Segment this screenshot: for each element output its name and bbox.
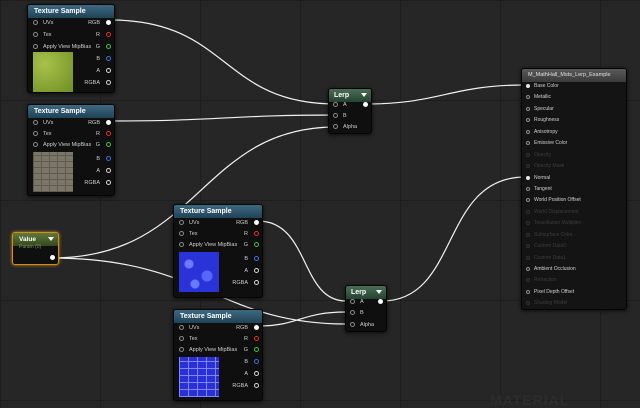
wire-ts3-rgb-to-lerp2-a xyxy=(257,220,347,302)
specular-pin[interactable]: Specular xyxy=(526,106,554,113)
normal-pin[interactable]: Normal xyxy=(526,175,550,182)
wire-ts1-rgb-to-lerp1-a xyxy=(109,19,337,105)
alpha-input-pin[interactable]: Alpha xyxy=(333,123,357,131)
pixel-depth-offset-pin[interactable]: Pixel Depth Offset xyxy=(526,289,574,296)
value-output-pin[interactable] xyxy=(50,255,55,260)
uvs-input-pin[interactable]: UVs xyxy=(179,324,199,332)
opacity-pin: Opacity xyxy=(526,152,551,159)
chevron-down-icon[interactable] xyxy=(376,290,382,294)
wire-lerp1-to-base-color xyxy=(365,84,526,105)
grass-texture-preview xyxy=(33,52,73,92)
mipbias-input-pin[interactable]: Apply View MipBias xyxy=(33,141,91,149)
custom-data0-pin: Custom Data0 xyxy=(526,243,566,250)
tex-input-pin[interactable]: Tex xyxy=(33,31,52,39)
node-subtitle: Param (0) xyxy=(19,244,42,250)
tex-input-pin[interactable]: Tex xyxy=(179,335,198,343)
mipbias-input-pin[interactable]: Apply View MipBias xyxy=(179,346,237,354)
tiles-normal-map-preview xyxy=(179,357,219,397)
uvs-input-pin[interactable]: UVs xyxy=(33,119,53,127)
refraction-pin: Refraction xyxy=(526,277,557,284)
texture-sample-node-3[interactable]: Texture Sample UVs Tex Apply View MipBia… xyxy=(173,204,263,298)
tex-input-pin[interactable]: Tex xyxy=(33,130,52,138)
a-input-pin[interactable]: A xyxy=(350,298,364,306)
mipbias-input-pin[interactable]: Apply View MipBias xyxy=(33,43,91,51)
wire-ts2-rgb-to-lerp1-b xyxy=(109,114,337,122)
mipbias-input-pin[interactable]: Apply View MipBias xyxy=(179,241,237,249)
lerp-output-pin[interactable] xyxy=(363,102,368,107)
emissive-color-pin[interactable]: Emissive Color xyxy=(526,140,567,147)
chevron-down-icon[interactable] xyxy=(48,237,54,241)
world-position-offset-pin[interactable]: World Position Offset xyxy=(526,197,581,204)
normal-map-preview xyxy=(179,252,219,292)
lerp-node-2[interactable]: Lerp A B Alpha xyxy=(345,285,387,332)
material-result-node[interactable]: M_MathHall_Msts_Lerp_Example Base Color … xyxy=(521,68,627,310)
value-parameter-node[interactable]: Value Param (0) xyxy=(12,232,59,265)
uvs-input-pin[interactable]: UVs xyxy=(179,219,199,227)
custom-data1-pin: Custom Data1 xyxy=(526,255,566,262)
texture-sample-node-2[interactable]: Texture Sample UVs Tex Apply View MipBia… xyxy=(27,104,115,196)
chevron-down-icon[interactable] xyxy=(361,93,367,97)
node-title: Texture Sample xyxy=(28,105,114,118)
node-title: Texture Sample xyxy=(174,310,262,323)
wire-lerp2-to-normal xyxy=(381,176,526,302)
alpha-input-pin[interactable]: Alpha xyxy=(350,321,374,329)
wire-ts4-rgb-to-lerp2-b xyxy=(257,311,347,327)
b-input-pin[interactable]: B xyxy=(333,112,347,120)
texture-sample-node-4[interactable]: Texture Sample UVs Tex Apply View MipBia… xyxy=(173,309,263,401)
uvs-input-pin[interactable]: UVs xyxy=(33,19,53,27)
anisotropy-pin[interactable]: Anisotropy xyxy=(526,129,558,136)
metallic-pin[interactable]: Metallic xyxy=(526,94,551,101)
lerp-output-pin[interactable] xyxy=(378,299,383,304)
base-color-pin[interactable]: Base Color xyxy=(526,83,559,90)
node-title: Texture Sample xyxy=(174,205,262,218)
tessellation-multiplier-pin: Tessellation Multiplier xyxy=(526,220,582,227)
tex-input-pin[interactable]: Tex xyxy=(179,230,198,238)
node-title: Texture Sample xyxy=(28,5,114,18)
b-input-pin[interactable]: B xyxy=(350,309,364,317)
world-displacement-pin: World Displacement xyxy=(526,209,579,216)
ambient-occlusion-pin[interactable]: Ambient Occlusion xyxy=(526,266,576,273)
opacity-mask-pin: Opacity Mask xyxy=(526,163,564,170)
material-title: M_MathHall_Msts_Lerp_Example xyxy=(522,69,626,82)
tangent-pin[interactable]: Tangent xyxy=(526,186,552,193)
cobblestone-texture-preview xyxy=(33,152,73,192)
lerp-node-1[interactable]: Lerp A B Alpha xyxy=(328,88,372,134)
a-input-pin[interactable]: A xyxy=(333,101,347,109)
shading-model-pin: Shading Model xyxy=(526,300,567,307)
texture-sample-node-1[interactable]: Texture Sample UVs Tex Apply View MipBia… xyxy=(27,4,115,93)
subsurface-color-pin: Subsurface Color xyxy=(526,232,573,239)
roughness-pin[interactable]: Roughness xyxy=(526,117,559,124)
watermark-text: MATERIAL xyxy=(490,392,570,408)
